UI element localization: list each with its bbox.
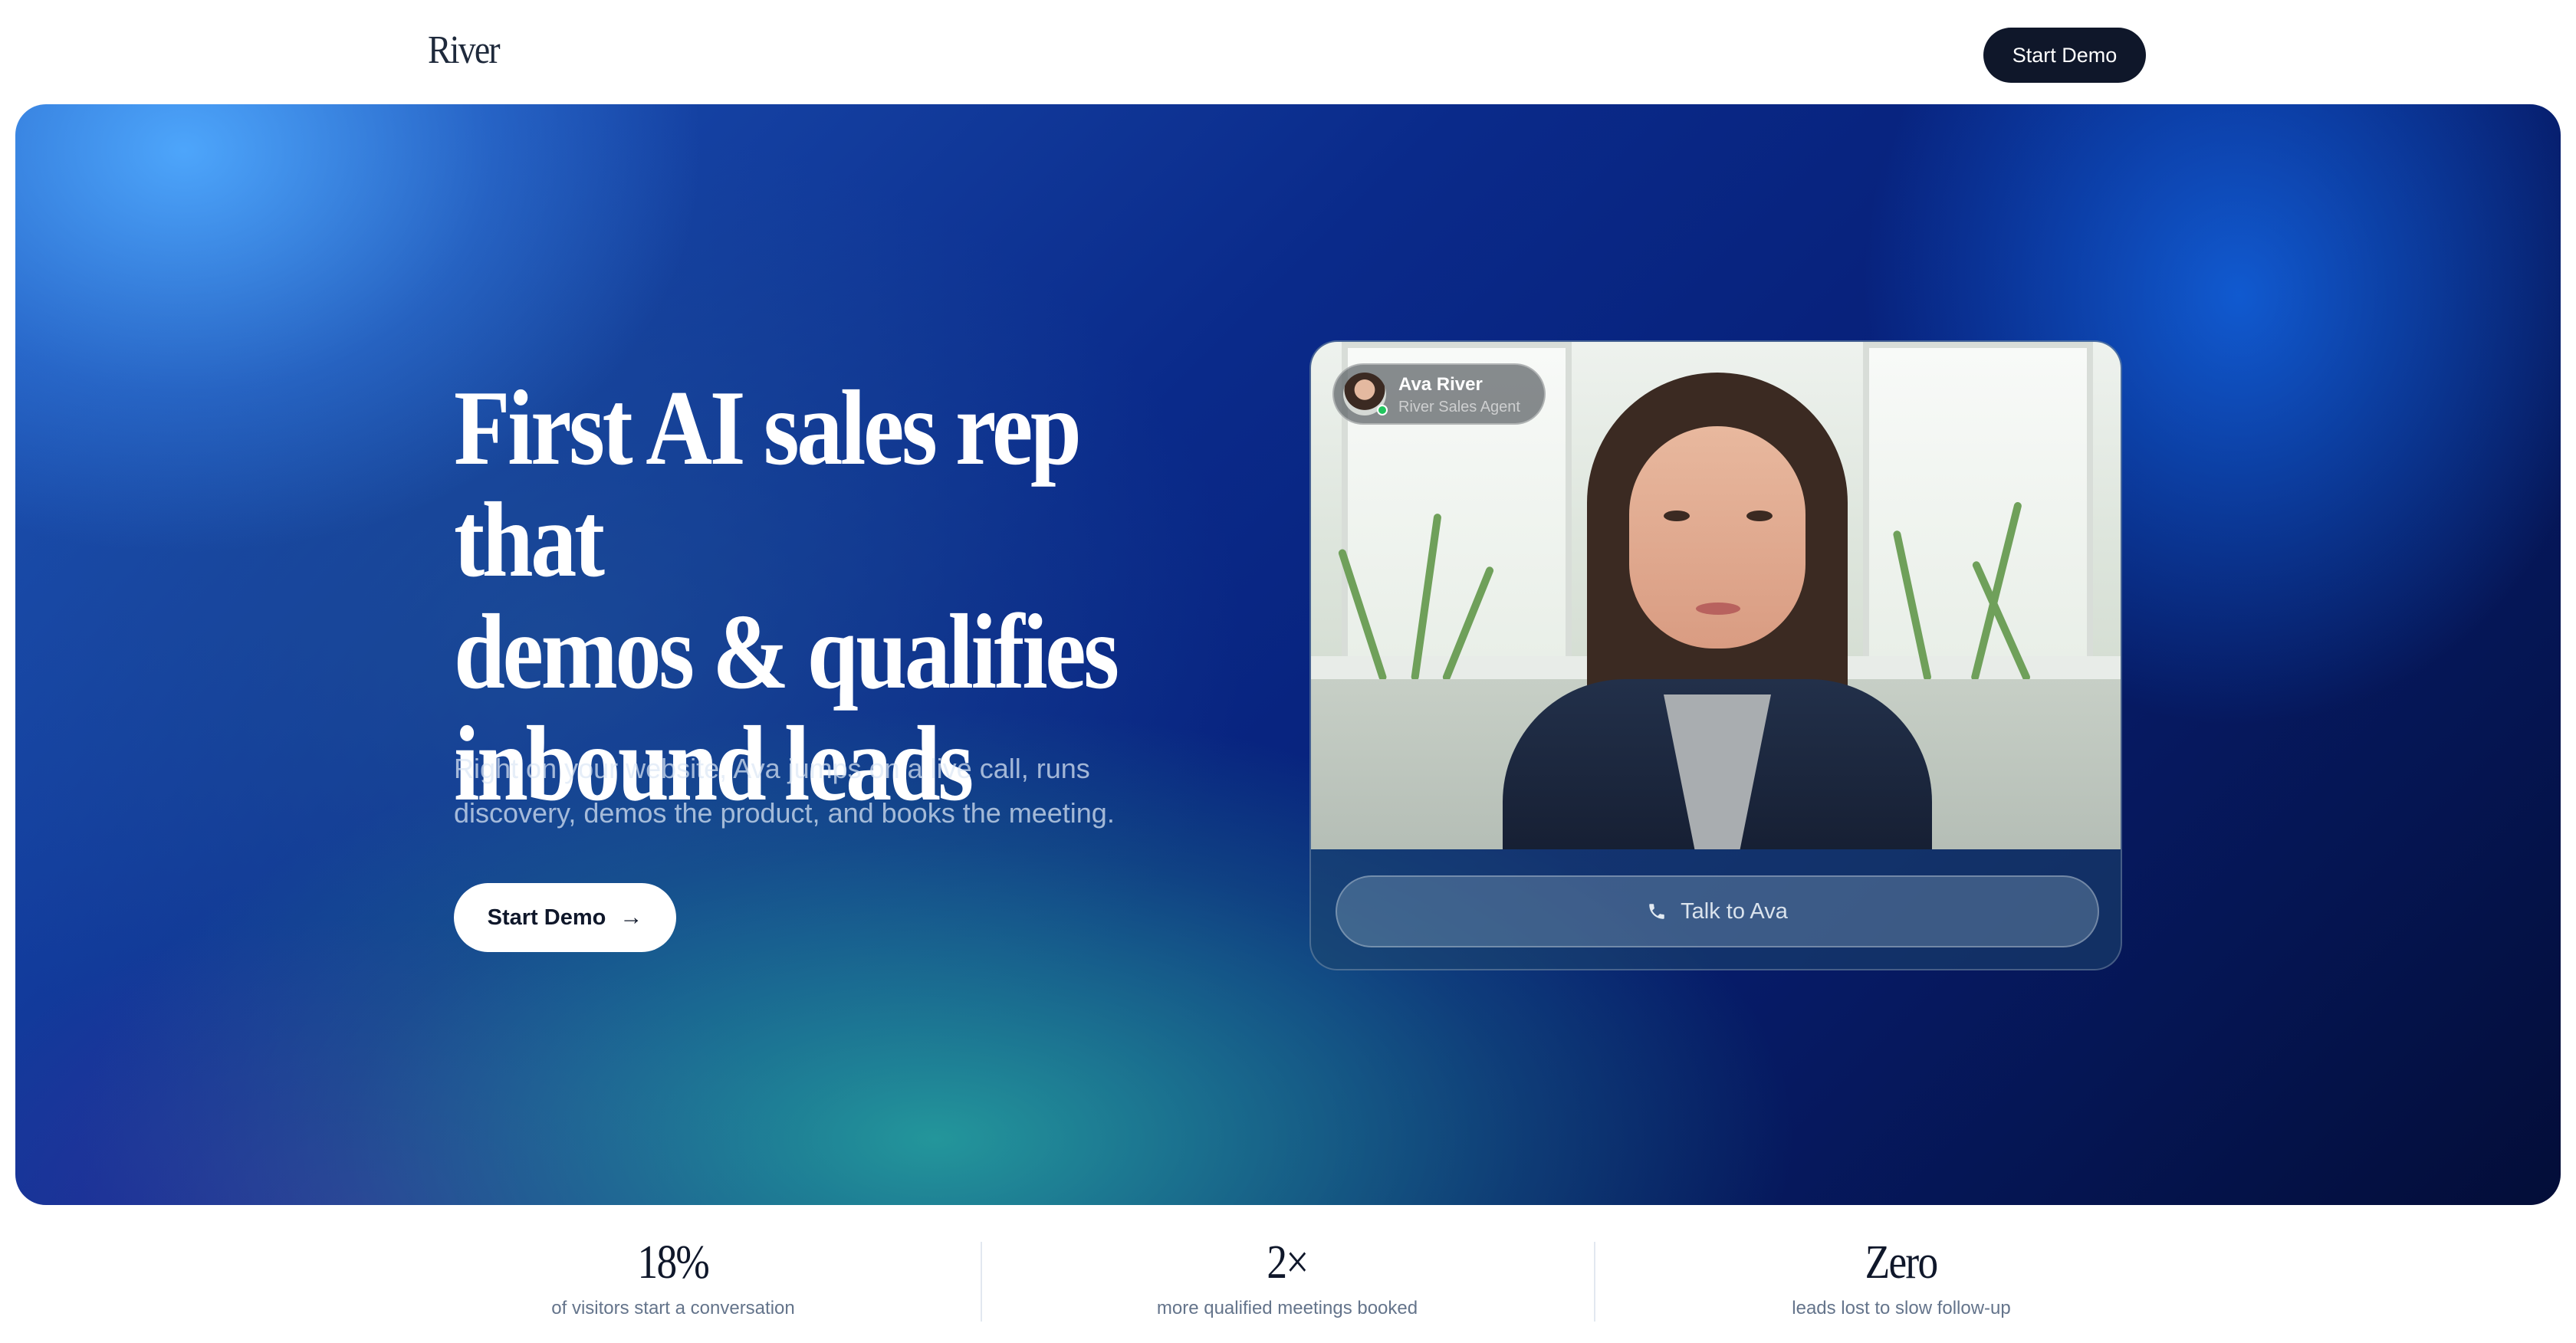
agent-video-feed: Ava River River Sales Agent [1311, 342, 2121, 849]
agent-portrait [1472, 357, 1963, 849]
hero-section: First AI sales rep that demos & qualifie… [15, 104, 2561, 1205]
agent-eye [1746, 511, 1773, 521]
stat-value: 2× [1267, 1236, 1309, 1289]
agent-face [1629, 426, 1806, 649]
arrow-right-icon: → [619, 905, 643, 930]
logo[interactable]: River [428, 28, 501, 73]
divider [1594, 1242, 1595, 1322]
stat-label: more qualified meetings booked [1156, 1298, 1418, 1318]
stat-value: Zero [1865, 1236, 1939, 1289]
phone-icon [1649, 904, 1664, 919]
talk-to-ava-label: Talk to Ava [1681, 898, 1788, 924]
divider [981, 1242, 982, 1322]
video-call-card: Ava River River Sales Agent Talk to Ava [1309, 340, 2122, 970]
agent-name: Ava River [1398, 374, 1483, 395]
stat-label: of visitors start a conversation [551, 1298, 795, 1318]
stat-item: Zero leads lost to slow follow-up [1633, 1236, 2170, 1319]
talk-to-ava-button[interactable]: Talk to Ava [1336, 875, 2099, 947]
stat-item: 2× more qualified meetings booked [1019, 1236, 1556, 1319]
online-status-dot [1377, 405, 1388, 415]
agent-badge: Ava River River Sales Agent [1332, 363, 1546, 425]
agent-role: River Sales Agent [1398, 399, 1520, 415]
stat-item: 18% of visitors start a conversation [405, 1236, 941, 1319]
hero-start-demo-label: Start Demo [487, 905, 606, 930]
agent-lips [1696, 603, 1740, 615]
stat-value: 18% [637, 1236, 710, 1289]
top-nav: River Start Demo [0, 0, 2576, 104]
nav-start-demo-button[interactable]: Start Demo [1983, 28, 2146, 83]
hero-subtitle: Right on your website, Ava jumps on a li… [454, 753, 1115, 829]
hero-start-demo-button[interactable]: Start Demo → [454, 883, 676, 952]
stats-row: 18% of visitors start a conversation 2× … [0, 1205, 2576, 1343]
agent-eye [1664, 511, 1690, 521]
stat-label: leads lost to slow follow-up [1792, 1298, 2011, 1318]
